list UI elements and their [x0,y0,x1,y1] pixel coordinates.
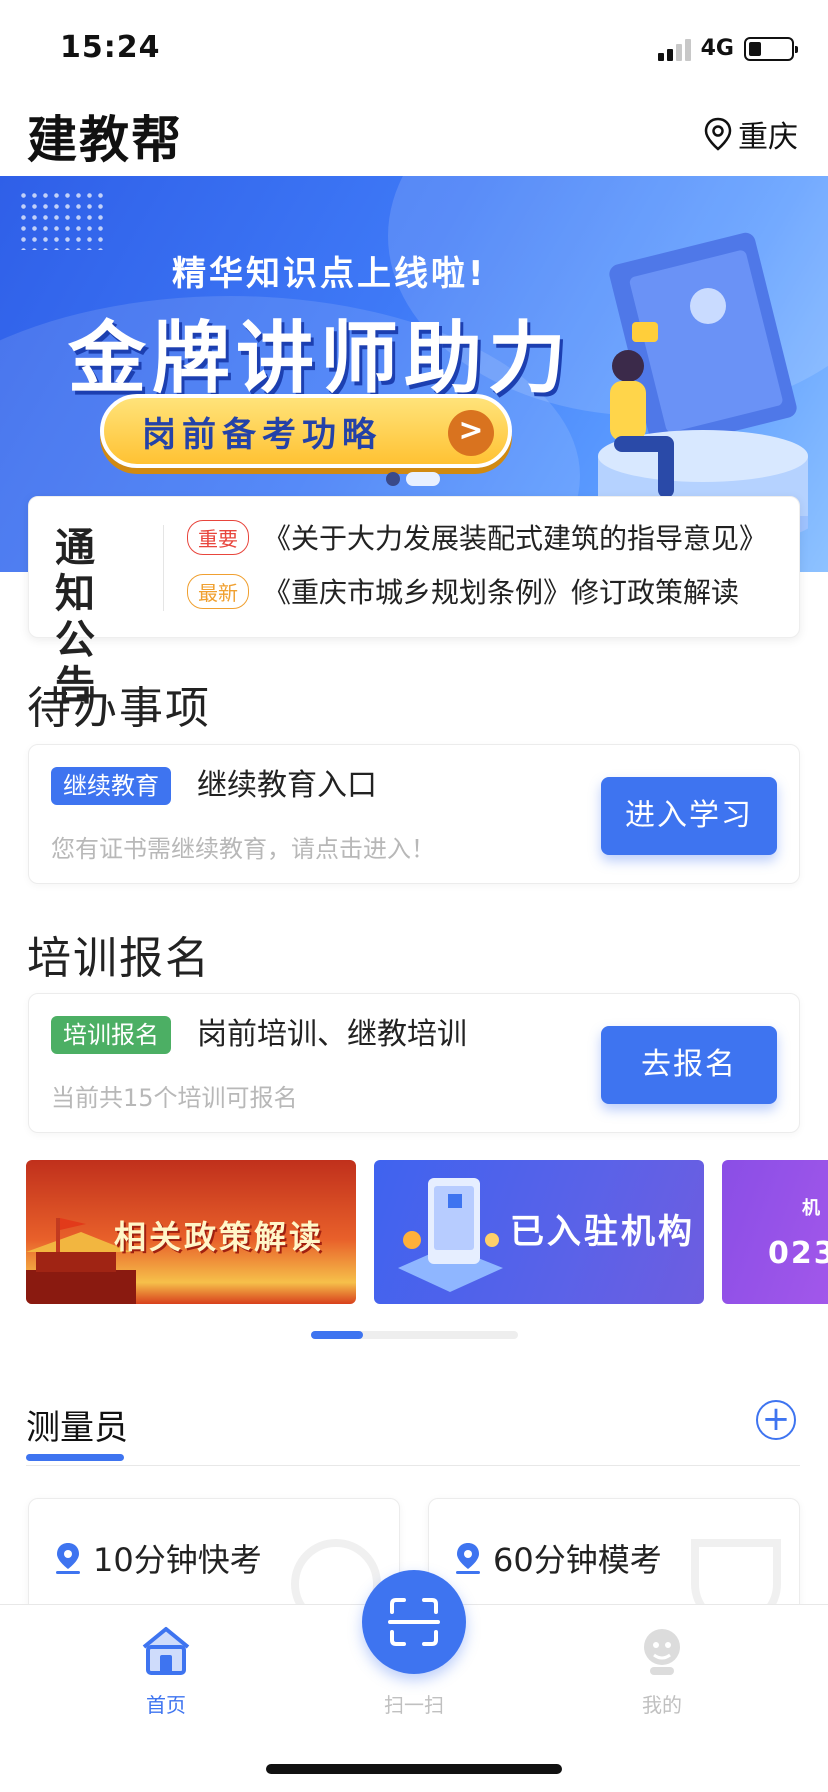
training-section-title: 培训报名 [27,933,211,984]
banner-dot-active [406,472,440,486]
tab-home-label: 首页 [146,1693,186,1717]
signal-icon [657,37,691,61]
todo-section-title: 待办事项 [27,683,211,734]
scan-button[interactable] [362,1570,466,1674]
mock-exam-title: 60分钟模考 [493,1541,662,1579]
tab-scan[interactable]: 扫一扫 [354,1681,474,1718]
training-title: 岗前培训、继教培训 [197,1017,467,1052]
location-pin-icon [704,117,732,151]
network-type: 4G [700,36,734,61]
category-tab-surveyor[interactable]: 测量员 [26,1400,128,1449]
training-card[interactable]: 培训报名 岗前培训、继教培训 当前共15个培训可报名 去报名 [28,993,800,1133]
city-name: 重庆 [738,120,798,155]
promo-partial-number: 023 [768,1236,828,1271]
promo-card-institutions[interactable]: 已入驻机构 [374,1160,704,1304]
banner-cta-label: 岗前备考功略 [142,414,382,455]
category-tab-underline [26,1454,124,1461]
todo-badge: 继续教育 [51,767,171,805]
status-bar: 15:24 4G [0,0,828,100]
scan-icon [388,1598,440,1646]
banner-dots-decoration [18,190,108,250]
category-separator [26,1465,800,1466]
notice-tag-new: 最新 [187,573,249,609]
location-pin-icon [456,1543,480,1574]
notice-item[interactable]: 重要 《关于大力发展装配式建筑的指导意见》 [187,517,791,557]
banner-subtitle: 精华知识点上线啦! [172,254,487,294]
home-indicator [266,1764,562,1774]
register-button[interactable]: 去报名 [601,1026,777,1104]
status-indicators: 4G [657,36,798,61]
battery-icon [744,36,798,61]
promo-partial-label: 机 [802,1198,820,1219]
banner-page-indicator [386,472,440,486]
notice-item-text: 《关于大力发展装配式建筑的指导意见》 [263,522,768,555]
promo-scroll-indicator [311,1331,518,1339]
training-desc: 当前共15个培训可报名 [51,1084,298,1112]
city-selector[interactable]: 重庆 [704,112,798,156]
banner-cta-button[interactable]: 岗前备考功略 > [100,394,512,468]
promo-policy-label: 相关政策解读 [114,1218,325,1256]
todo-title: 继续教育入口 [197,768,377,803]
training-badge: 培训报名 [51,1016,171,1054]
promo-card-partial[interactable]: 机 023 [722,1160,828,1304]
banner-headline: 金牌讲师助力 [68,314,573,404]
add-category-button[interactable]: + [756,1400,796,1440]
notice-divider [163,525,164,611]
notice-tag-important: 重要 [187,519,249,555]
tab-profile[interactable]: 我的 [602,1625,722,1718]
promo-card-policy[interactable]: 相关政策解读 [26,1160,356,1304]
mobile-phone-illustration [398,1178,503,1292]
notice-item[interactable]: 最新 《重庆市城乡规划条例》修订政策解读 [187,571,791,611]
banner-dot [386,472,400,486]
todo-card[interactable]: 继续教育 继续教育入口 您有证书需继续教育，请点击进入！ 进入学习 [28,744,800,884]
tab-profile-label: 我的 [642,1693,682,1717]
arrow-right-icon: > [448,410,494,456]
todo-desc: 您有证书需继续教育，请点击进入！ [51,835,435,863]
tab-scan-label: 扫一扫 [384,1693,444,1717]
home-icon [142,1627,190,1675]
notice-item-text: 《重庆市城乡规划条例》修订政策解读 [263,576,740,609]
promo-scroll-thumb [311,1331,363,1339]
profile-icon [644,1629,680,1675]
app-title: 建教帮 [27,111,183,169]
promo-institutions-label: 已入驻机构 [510,1212,695,1252]
notice-board: 通知公告 重要 《关于大力发展装配式建筑的指导意见》 最新 《重庆市城乡规划条例… [28,496,800,709]
quick-exam-title: 10分钟快考 [93,1541,262,1579]
location-pin-icon [56,1543,80,1574]
enter-study-button[interactable]: 进入学习 [601,777,777,855]
status-time: 15:24 [60,30,161,65]
tab-home[interactable]: 首页 [106,1625,226,1718]
